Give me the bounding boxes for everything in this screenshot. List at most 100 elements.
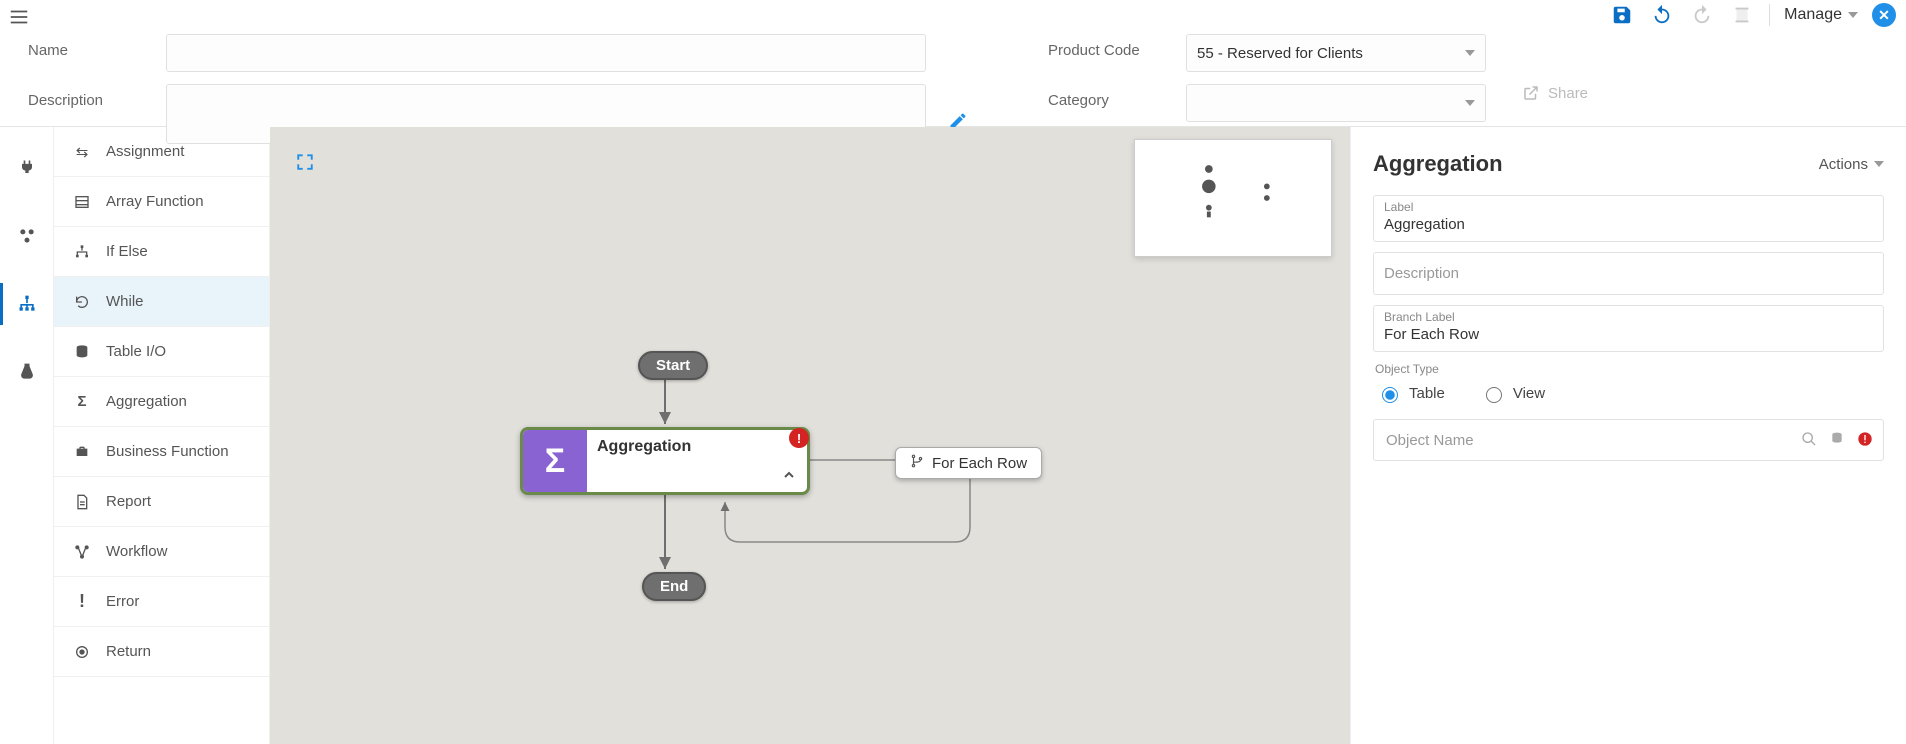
close-button[interactable]: ✕	[1872, 3, 1896, 27]
product-code-select[interactable]: 55 - Reserved for Clients	[1186, 34, 1486, 72]
category-label: Category	[1048, 84, 1168, 109]
palette-label: Assignment	[106, 143, 184, 160]
radio-table[interactable]: Table	[1377, 384, 1445, 403]
radio-view-input[interactable]	[1486, 387, 1502, 403]
product-code-label: Product Code	[1048, 34, 1168, 59]
radio-table-label: Table	[1409, 385, 1445, 402]
start-label: Start	[656, 357, 690, 374]
git-branch-icon	[910, 454, 924, 472]
workflow-icon	[72, 544, 92, 560]
radio-view-label: View	[1513, 385, 1545, 402]
canvas[interactable]: Start Σ Aggregation ! For Each Row End	[270, 127, 1350, 744]
palette-item-while[interactable]: While	[54, 277, 269, 327]
branch-label-field[interactable]: Branch Label	[1373, 305, 1884, 352]
undo-icon[interactable]	[1649, 2, 1675, 28]
aggregation-node-title: Aggregation	[597, 438, 797, 456]
palette-label: Report	[106, 493, 151, 510]
palette-label: Business Function	[106, 443, 229, 460]
main-area: ⇆ Assignment Array Function If Else Whil…	[0, 127, 1906, 744]
chevron-down-icon	[1465, 100, 1475, 106]
label-field-input[interactable]	[1384, 214, 1873, 233]
briefcase-icon	[72, 444, 92, 460]
chevron-down-icon	[1465, 50, 1475, 56]
object-type-label: Object Type	[1375, 362, 1884, 376]
target-icon	[72, 644, 92, 660]
minimap[interactable]	[1134, 139, 1332, 257]
end-label: End	[660, 578, 688, 595]
rail	[0, 127, 54, 744]
share-label: Share	[1548, 85, 1588, 102]
actions-dropdown[interactable]: Actions	[1819, 156, 1884, 173]
palette-item-return[interactable]: Return	[54, 627, 269, 677]
palette-item-aggregation[interactable]: Σ Aggregation	[54, 377, 269, 427]
palette-label: Table I/O	[106, 343, 166, 360]
palette-item-business-function[interactable]: Business Function	[54, 427, 269, 477]
label-field[interactable]: Label	[1373, 195, 1884, 242]
palette-item-if-else[interactable]: If Else	[54, 227, 269, 277]
description-label: Description	[28, 84, 148, 109]
radio-table-input[interactable]	[1382, 387, 1398, 403]
branch-label: For Each Row	[932, 455, 1027, 472]
palette: ⇆ Assignment Array Function If Else Whil…	[54, 127, 270, 744]
start-node[interactable]: Start	[638, 351, 708, 380]
rail-tab-logic[interactable]	[0, 287, 53, 321]
branch-node[interactable]: For Each Row	[895, 447, 1042, 479]
swap-icon: ⇆	[72, 143, 92, 161]
chevron-up-icon[interactable]	[781, 467, 797, 486]
object-name-input[interactable]	[1384, 431, 1801, 450]
chevron-down-icon	[1848, 12, 1858, 18]
manage-label: Manage	[1784, 6, 1842, 24]
toolbar-divider	[1769, 4, 1770, 26]
list-icon	[72, 194, 92, 210]
object-name-field[interactable]	[1373, 419, 1884, 461]
error-icon	[1857, 431, 1873, 450]
redo-icon	[1689, 2, 1715, 28]
palette-item-workflow[interactable]: Workflow	[54, 527, 269, 577]
loop-icon	[72, 294, 92, 310]
save-icon[interactable]	[1609, 2, 1635, 28]
topbar: Manage ✕ Name Description Product Code	[0, 0, 1906, 127]
branch-icon	[72, 244, 92, 260]
name-label: Name	[28, 34, 148, 59]
fullscreen-icon[interactable]	[296, 153, 314, 174]
product-code-value: 55 - Reserved for Clients	[1197, 45, 1363, 62]
rail-tab-test[interactable]	[0, 355, 53, 389]
label-field-label: Label	[1384, 200, 1873, 214]
category-select[interactable]	[1186, 84, 1486, 122]
palette-item-report[interactable]: Report	[54, 477, 269, 527]
search-icon[interactable]	[1801, 431, 1817, 450]
branch-label-field-label: Branch Label	[1384, 310, 1873, 324]
document-icon	[72, 494, 92, 510]
database-icon[interactable]	[1829, 431, 1845, 450]
branch-label-input[interactable]	[1384, 324, 1873, 343]
object-type-radio-group: Table View	[1373, 384, 1884, 403]
radio-view[interactable]: View	[1481, 384, 1545, 403]
error-badge-icon[interactable]: !	[789, 428, 809, 448]
palette-label: Workflow	[106, 543, 167, 560]
share-button: Share	[1522, 84, 1588, 102]
chevron-down-icon	[1874, 161, 1884, 167]
palette-label: Return	[106, 643, 151, 660]
palette-item-error[interactable]: ! Error	[54, 577, 269, 627]
properties-panel: Aggregation Actions Label Description Br…	[1350, 127, 1906, 744]
description-placeholder: Description	[1384, 265, 1459, 282]
palette-label: If Else	[106, 243, 148, 260]
rail-tab-data[interactable]	[0, 219, 53, 253]
description-field[interactable]: Description	[1373, 252, 1884, 295]
palette-label: Error	[106, 593, 139, 610]
manage-dropdown[interactable]: Manage	[1784, 6, 1858, 24]
menu-toggle-button[interactable]	[8, 6, 30, 31]
discard-icon	[1729, 2, 1755, 28]
rail-tab-connectors[interactable]	[0, 151, 53, 185]
aggregation-node[interactable]: Σ Aggregation !	[520, 427, 810, 495]
name-input[interactable]	[166, 34, 926, 72]
palette-item-array-function[interactable]: Array Function	[54, 177, 269, 227]
sigma-icon: Σ	[72, 393, 92, 410]
panel-title: Aggregation	[1373, 151, 1503, 177]
palette-item-table-io[interactable]: Table I/O	[54, 327, 269, 377]
actions-label: Actions	[1819, 156, 1868, 173]
end-node[interactable]: End	[642, 572, 706, 601]
database-icon	[72, 344, 92, 360]
sigma-icon: Σ	[523, 430, 587, 492]
exclamation-icon: !	[72, 591, 92, 612]
